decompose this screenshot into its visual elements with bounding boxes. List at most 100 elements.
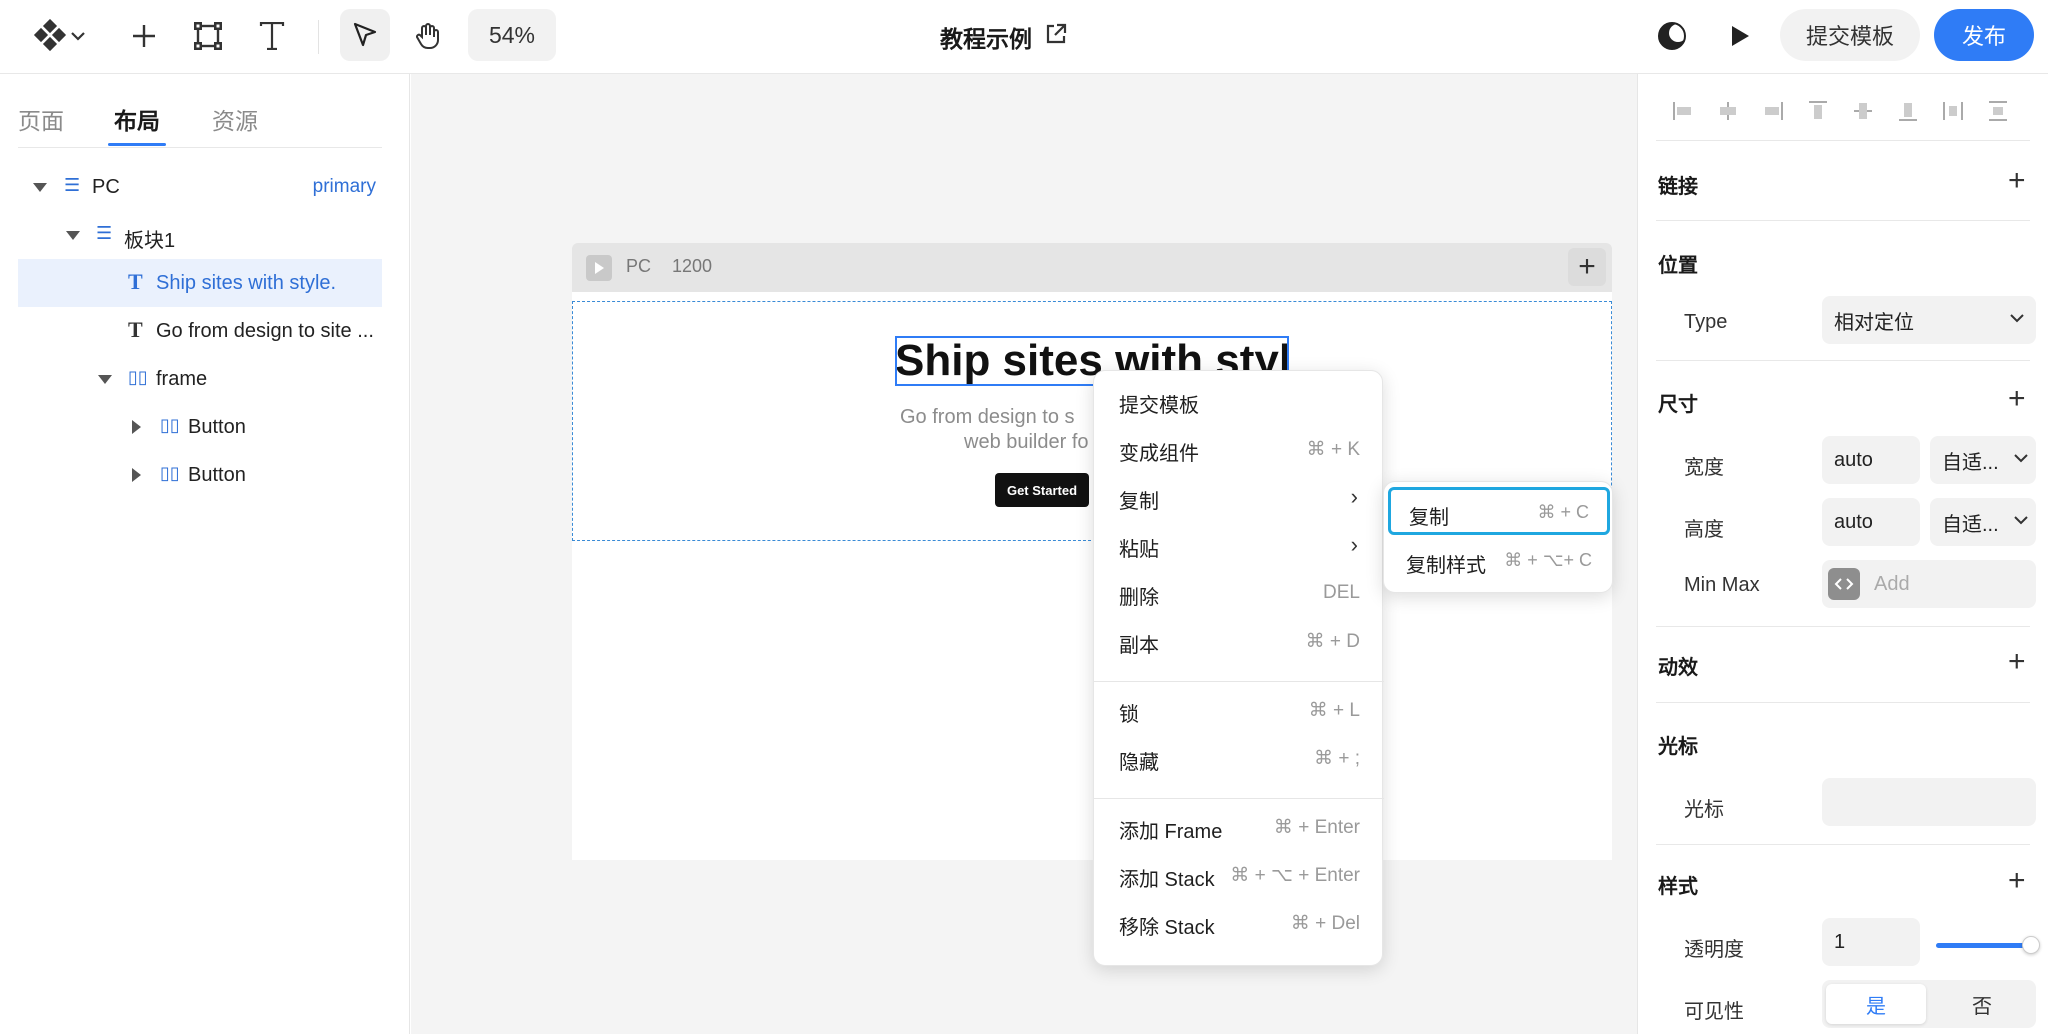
distribute-horizontal-icon[interactable] (1938, 96, 1968, 126)
align-bottom-icon[interactable] (1893, 96, 1923, 126)
opacity-slider-track[interactable] (1936, 943, 2028, 948)
hero-subtitle-line-1[interactable]: Go from design to s (900, 406, 1094, 429)
caret-down-icon[interactable] (66, 231, 80, 240)
align-center-v-icon[interactable] (1848, 96, 1878, 126)
tree-item-frame[interactable]: ▯▯ frame (18, 355, 382, 403)
opacity-input[interactable]: 1 (1822, 918, 1920, 966)
menu-item-copy[interactable]: 复制 › (1094, 473, 1384, 521)
pointer-icon[interactable] (340, 9, 390, 61)
menu-item-shortcut: ⌘ + ⌥ + Enter (1230, 865, 1360, 886)
code-brackets-icon (1828, 568, 1860, 600)
position-type-select[interactable]: 相对定位 (1822, 296, 2036, 344)
menu-item-hide[interactable]: 隐藏 ⌘ + ; (1094, 734, 1384, 782)
frame-preview-play-icon[interactable] (586, 255, 612, 281)
hand-icon[interactable] (404, 12, 452, 60)
tree-item-label: frame (156, 368, 208, 390)
text-node-icon: T (128, 269, 143, 294)
frame-icon[interactable] (184, 12, 232, 60)
text-tool-icon[interactable] (248, 12, 296, 60)
width-mode-select[interactable]: 自适... (1930, 436, 2036, 484)
tree-item-button[interactable]: ▯▯ Button (18, 451, 382, 499)
caret-down-icon[interactable] (33, 183, 47, 192)
add-breakpoint-plus-icon[interactable]: + (1568, 248, 1606, 286)
stack-icon: ☰ (96, 223, 113, 243)
menu-item-duplicate[interactable]: 副本 ⌘ + D (1094, 617, 1384, 665)
align-left-icon[interactable] (1668, 96, 1698, 126)
section-divider (1656, 844, 2030, 845)
submit-template-button[interactable]: 提交模板 (1780, 9, 1920, 61)
visibility-toggle[interactable]: 是 否 (1822, 980, 2036, 1028)
menu-item-delete[interactable]: 删除 DEL (1094, 569, 1384, 617)
size-section-title: 尺寸 (1658, 394, 1698, 416)
distribute-vertical-icon[interactable] (1983, 96, 2013, 126)
submenu-item-copy-style[interactable]: 复制样式 ⌘ + ⌥+ C (1388, 538, 1610, 586)
menu-item-add-frame[interactable]: 添加 Frame ⌘ + Enter (1094, 803, 1384, 851)
get-started-button[interactable]: Get Started (995, 473, 1089, 507)
caret-right-icon[interactable] (132, 420, 141, 434)
menu-item-lock[interactable]: 锁 ⌘ + L (1094, 686, 1384, 734)
frame-header[interactable]: PC 1200 + (572, 243, 1612, 292)
zoom-level[interactable]: 54% (468, 9, 556, 61)
tab-layout[interactable]: 布局 (114, 102, 160, 136)
tree-item-subtitle-text[interactable]: T Go from design to site ... (18, 307, 382, 355)
minmax-field[interactable]: Add (1822, 560, 2036, 608)
primary-tag: primary (312, 176, 376, 197)
caret-down-icon[interactable] (98, 375, 112, 384)
chevron-down-icon (2012, 511, 2030, 535)
tree-item-pc[interactable]: ☰ PC primary (18, 163, 382, 211)
context-menu: 提交模板 变成组件 ⌘ + K 复制 › 粘贴 › 删除 DEL 副本 ⌘ + … (1093, 370, 1384, 966)
menu-item-make-component[interactable]: 变成组件 ⌘ + K (1094, 425, 1384, 473)
menu-item-paste[interactable]: 粘贴 › (1094, 521, 1384, 569)
align-center-h-icon[interactable] (1713, 96, 1743, 126)
align-top-icon[interactable] (1803, 96, 1833, 126)
align-right-icon[interactable] (1758, 96, 1788, 126)
add-size-plus-icon[interactable]: + (2008, 384, 2026, 414)
visibility-no-option[interactable]: 否 (1932, 984, 2032, 1024)
theme-moon-icon[interactable] (1648, 12, 1696, 60)
section-divider (1656, 626, 2030, 627)
tab-assets[interactable]: 资源 (212, 102, 258, 136)
opacity-slider-handle[interactable] (2022, 936, 2040, 954)
tab-pages[interactable]: 页面 (18, 102, 64, 136)
plus-icon[interactable] (120, 12, 168, 60)
tree-item-button[interactable]: ▯▯ Button (18, 403, 382, 451)
height-mode-value: 自适... (1942, 513, 1999, 536)
properties-panel: 链接 + 位置 Type 相对定位 尺寸 + 宽度 auto 自适... 高度 … (1637, 74, 2048, 1034)
menu-item-shortcut: ⌘ + D (1305, 631, 1360, 652)
external-link-icon[interactable] (1044, 22, 1068, 52)
tree-item-title-text[interactable]: T Ship sites with style. (18, 259, 382, 307)
width-mode-value: 自适... (1942, 451, 1999, 474)
section-divider (1656, 220, 2030, 221)
cursor-section-title: 光标 (1658, 736, 1698, 758)
tree-item-label: Ship sites with style. (156, 272, 337, 294)
text-node-icon: T (128, 317, 143, 342)
height-input[interactable]: auto (1822, 498, 1920, 546)
height-mode-select[interactable]: 自适... (1930, 498, 2036, 546)
chevron-down-icon[interactable] (64, 12, 92, 60)
menu-item-submit-template[interactable]: 提交模板 (1094, 377, 1384, 425)
position-section-title: 位置 (1658, 255, 1698, 277)
tree-item-section[interactable]: ☰ 板块1 (18, 211, 382, 259)
document-title[interactable]: 教程示例 (940, 20, 1068, 54)
menu-item-add-stack[interactable]: 添加 Stack ⌘ + ⌥ + Enter (1094, 851, 1384, 899)
play-icon[interactable] (1716, 12, 1764, 60)
width-input[interactable]: auto (1822, 436, 1920, 484)
submenu-item-copy[interactable]: 复制 ⌘ + C (1388, 487, 1610, 535)
caret-right-icon[interactable] (132, 468, 141, 482)
menu-divider (1094, 681, 1384, 682)
menu-item-remove-stack[interactable]: 移除 Stack ⌘ + Del (1094, 899, 1384, 947)
add-style-plus-icon[interactable]: + (2008, 866, 2026, 896)
height-label: 高度 (1684, 519, 1724, 541)
cursor-select[interactable] (1822, 778, 2036, 826)
tree-item-label: Button (188, 416, 246, 438)
visibility-yes-option[interactable]: 是 (1826, 984, 1926, 1024)
position-type-label: Type (1684, 311, 1728, 333)
menu-item-shortcut: ⌘ + Del (1290, 913, 1360, 934)
width-label: 宽度 (1684, 457, 1724, 479)
submenu-item-shortcut: ⌘ + ⌥+ C (1504, 550, 1592, 570)
add-link-plus-icon[interactable]: + (2008, 166, 2026, 196)
add-motion-plus-icon[interactable]: + (2008, 647, 2026, 677)
hero-subtitle-line-2[interactable]: web builder fo (964, 431, 1094, 454)
publish-button[interactable]: 发布 (1934, 9, 2034, 61)
section-divider (1656, 360, 2030, 361)
